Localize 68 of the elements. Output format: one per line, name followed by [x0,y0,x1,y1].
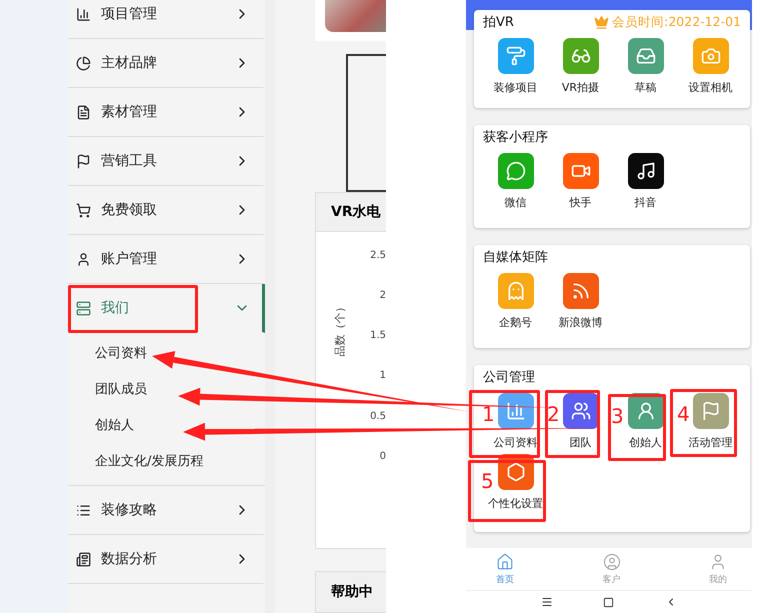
vr-glasses-icon[interactable] [562,38,598,74]
music-note-icon[interactable] [628,153,664,189]
users-icon[interactable] [562,393,598,429]
submenu-item[interactable]: 团队成员 [68,371,265,407]
axis-tick: 1 [380,370,386,384]
inbox-icon[interactable] [628,38,664,74]
section-title: 自媒体矩阵 [483,249,548,266]
axis-tick: 2 [380,290,386,304]
annotation-number: 5 [481,471,494,491]
bar-chart-icon [76,6,91,22]
list-icon [76,502,91,518]
flag-icon [76,154,91,168]
document-icon [76,104,91,120]
menu-icon[interactable] [541,596,554,608]
photo-placeholder [325,0,386,32]
annotation-number: 2 [547,404,560,424]
tile-label: 微信 [504,195,526,210]
section-title: 公司管理 [483,369,535,386]
submenu-item[interactable]: 创始人 [68,407,265,443]
highlight-frame [545,390,600,458]
highlight-frame [670,389,737,457]
crown-icon [594,14,610,30]
tile-label: 新浪微博 [558,315,602,330]
submenu-item[interactable]: 企业文化/发展历程 [68,443,265,479]
user-circle-icon [602,552,620,570]
highlight-frame [469,390,540,458]
user-icon [76,252,91,266]
axis-tick: 1.5 [370,330,386,344]
server-icon [76,300,91,316]
tile-label: 装修项目 [494,80,538,95]
home-icon [496,552,514,570]
person-icon[interactable] [628,393,664,429]
tile-label: 抖音 [634,195,656,210]
annotation-number: 4 [677,404,690,424]
cart-icon [76,202,91,218]
tile-label: 企鹅号 [499,315,532,330]
annotation-number: 1 [482,404,495,424]
tile-label: 公司资料 [494,435,538,450]
paint-roller-icon[interactable] [498,38,534,74]
camera-icon[interactable] [692,38,728,74]
bar-chart-icon[interactable] [498,393,534,429]
video-camera-icon[interactable] [562,153,598,189]
tile-label: 快手 [570,195,592,210]
section-title: 拍VR [483,14,514,31]
axis-tick: 0.5 [370,410,386,424]
home-square-icon[interactable] [603,596,614,608]
tile-label: 团队 [570,435,592,450]
tile-label: VR拍摄 [562,80,600,95]
tile-label: 创始人 [629,435,662,450]
help-card-title: 帮助中 [315,571,386,613]
submenu-item[interactable]: 公司资料 [68,335,265,371]
chart-title: VR水电 [316,192,386,232]
tile-label: 个性化设置 [488,496,543,511]
highlight-frame [608,394,666,461]
flag-icon[interactable] [692,393,728,429]
membership-expiry-label: 会员时间:2022-12-01 [594,14,741,30]
annotation-number: 3 [611,406,624,426]
axis-label: 品数（个） [332,301,346,356]
tile-label: 活动管理 [688,435,732,450]
axis-tick: 2.5 [370,250,386,263]
axis-tick: 0 [380,450,386,464]
chat-bubbles-icon[interactable] [498,153,534,189]
newspaper-icon [76,552,91,566]
pie-chart-icon [76,56,91,70]
tile-label: 设置相机 [688,80,732,95]
tile-label: 草稿 [634,80,656,95]
section-title: 获客小程序 [483,129,548,146]
tab[interactable]: 首页 [496,548,514,590]
